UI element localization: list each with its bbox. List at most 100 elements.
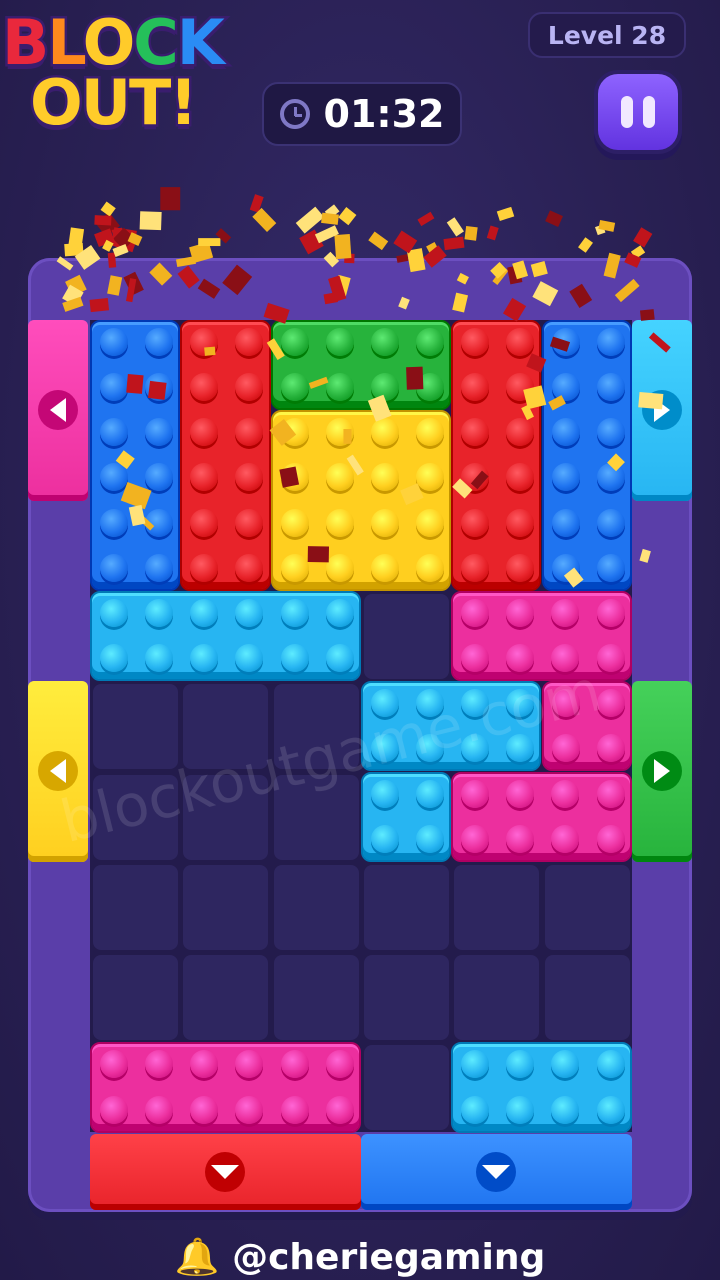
red-block-right[interactable] [451, 320, 542, 591]
block-stud [596, 734, 625, 763]
block-stud [596, 553, 625, 582]
block-stud [461, 373, 490, 402]
block-stud [596, 418, 625, 447]
block-stud [145, 598, 174, 627]
block-stud [190, 508, 219, 537]
block-stud [325, 373, 354, 402]
block-stud [506, 824, 535, 853]
creator-handle: 🔔 @cheriegaming [0, 1236, 720, 1278]
arrow-left-icon [38, 390, 78, 431]
red-block-left[interactable] [180, 320, 271, 591]
block-stud [370, 508, 399, 537]
timer-value: 01:32 [323, 92, 445, 136]
cyan-bottom-block[interactable] [451, 1042, 632, 1133]
block-stud [280, 644, 309, 673]
block-stud [190, 644, 219, 673]
grid-cell [454, 955, 540, 1041]
block-stud [235, 644, 264, 673]
grid-cell [93, 684, 178, 770]
grid-cell [183, 864, 269, 950]
blue-block-right[interactable] [541, 320, 632, 591]
block-stud [235, 463, 264, 492]
arrow-down-icon [205, 1152, 246, 1192]
block-stud [551, 779, 580, 808]
block-stud [280, 1095, 309, 1124]
block-stud [100, 1095, 128, 1124]
grid-cell [93, 955, 178, 1041]
pink-bottom-block[interactable] [90, 1042, 361, 1133]
block-stud [235, 1050, 264, 1079]
block-stud [416, 553, 445, 582]
block-stud [551, 598, 580, 627]
yellow-block[interactable] [270, 410, 452, 591]
green-block[interactable] [270, 320, 452, 411]
block-stud [325, 463, 354, 492]
cyan-l-block-bottom[interactable] [360, 771, 452, 862]
block-stud [506, 553, 535, 582]
pink-l-block-bottom[interactable] [451, 771, 632, 862]
pause-button[interactable] [594, 70, 682, 154]
block-stud [551, 734, 580, 763]
grid-cell [363, 593, 449, 679]
block-stud [100, 418, 128, 447]
grid-cell [454, 864, 540, 950]
blue-block-left[interactable] [90, 320, 181, 591]
block-stud [551, 1050, 580, 1079]
block-stud [190, 463, 219, 492]
arrow-glyph [654, 398, 670, 423]
block-stud [280, 508, 309, 537]
block-stud [370, 824, 399, 853]
block-stud [461, 553, 490, 582]
block-stud [506, 1095, 535, 1124]
block-stud [596, 508, 625, 537]
block-stud [506, 508, 535, 537]
block-stud [506, 644, 535, 673]
block-stud [596, 1095, 625, 1124]
block-stud [145, 1095, 174, 1124]
block-stud [190, 328, 219, 356]
block-stud [596, 779, 625, 808]
block-stud [370, 463, 399, 492]
block-stud [325, 1095, 354, 1124]
block-stud [100, 1050, 128, 1079]
block-stud [596, 373, 625, 402]
block-stud [235, 598, 264, 627]
block-stud [461, 1095, 490, 1124]
block-stud [190, 1095, 219, 1124]
grid-cell [363, 1045, 449, 1131]
block-stud [100, 328, 128, 356]
block-stud [235, 373, 264, 402]
block-stud [190, 553, 219, 582]
red-bottom-gate [90, 1134, 361, 1210]
block-stud [145, 508, 174, 537]
pink-left-gate [28, 320, 88, 501]
arrow-glyph [50, 759, 66, 784]
block-stud [506, 598, 535, 627]
block-stud [506, 373, 535, 402]
block-stud [416, 418, 445, 447]
block-stud [280, 373, 309, 402]
block-stud [145, 373, 174, 402]
block-stud [280, 328, 309, 356]
block-stud [416, 463, 445, 492]
cyan-bar-block[interactable] [90, 590, 361, 682]
block-stud [235, 328, 264, 356]
block-stud [551, 463, 580, 492]
grid-cell [363, 955, 449, 1041]
block-stud [551, 418, 580, 447]
block-stud [100, 373, 128, 402]
arrow-glyph [211, 1165, 240, 1179]
bell-icon: 🔔 [174, 1237, 220, 1278]
block-stud [461, 598, 490, 627]
block-stud [145, 463, 174, 492]
clock-icon [279, 99, 310, 129]
grid-cell [183, 955, 269, 1041]
block-stud [280, 598, 309, 627]
grid-cell [273, 955, 359, 1041]
block-stud [416, 508, 445, 537]
arrow-down-icon [476, 1152, 517, 1192]
block-stud [596, 1050, 625, 1079]
block-stud [100, 644, 128, 673]
block-stud [461, 328, 490, 356]
block-stud [596, 598, 625, 627]
